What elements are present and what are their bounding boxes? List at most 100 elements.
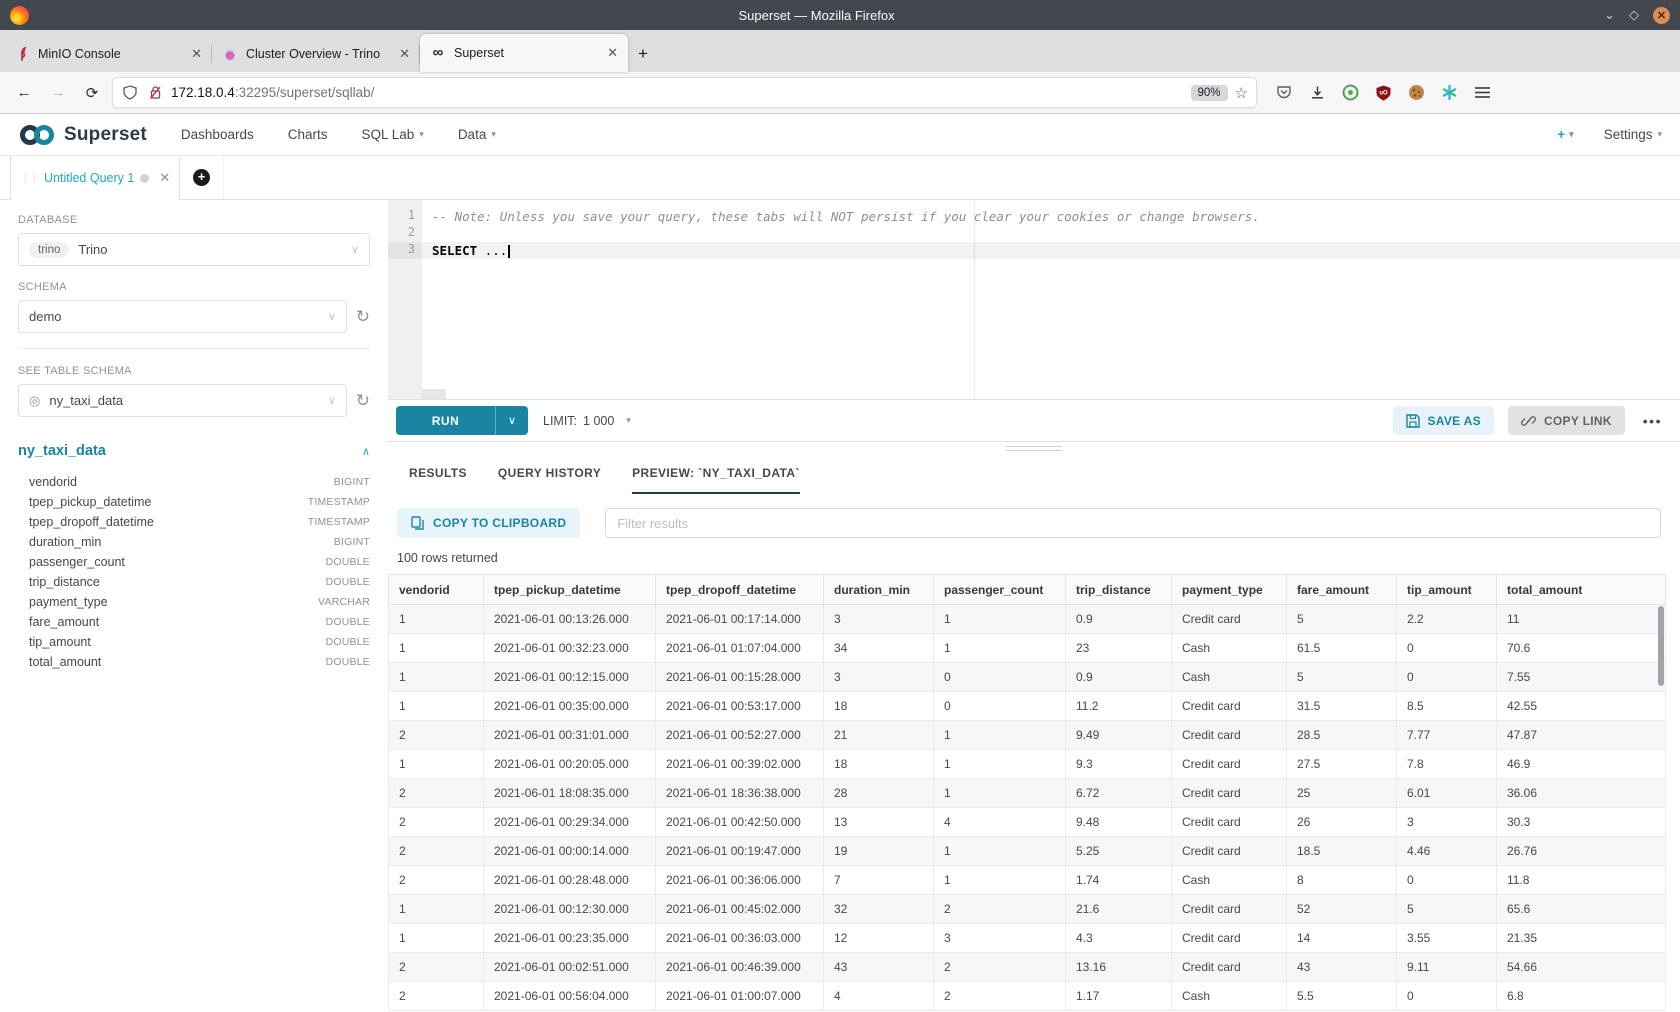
tab-results[interactable]: RESULTS [409,454,467,494]
panel-resize-handle[interactable] [388,441,1680,454]
table-cell: 2021-06-01 00:20:05.000 [484,750,656,779]
trino-icon [222,46,238,62]
nav-item-data[interactable]: Data▾ [458,127,496,142]
sql-comment: -- Note: Unless you save your query, the… [432,209,1260,224]
run-options-caret[interactable]: ∨ [495,406,528,435]
reload-button[interactable]: ⟳ [78,79,106,107]
filter-results-input[interactable] [605,508,1661,538]
new-tab-button[interactable]: + [628,36,658,72]
table-cell: Cash [1172,663,1287,692]
caret-down-icon: ▾ [491,129,496,140]
query-tab-close-icon[interactable]: ✕ [159,170,170,186]
extension-green-icon[interactable] [1341,84,1359,102]
column-header[interactable]: tpep_dropoff_datetime [656,575,824,605]
copy-link-button[interactable]: COPY LINK [1508,406,1625,435]
forward-button[interactable]: → [44,79,72,107]
pocket-icon[interactable] [1275,84,1293,102]
nav-item-sql-lab[interactable]: SQL Lab▾ [361,127,423,142]
column-header[interactable]: tip_amount [1397,575,1497,605]
column-name: total_amount [29,655,101,669]
column-type: TIMESTAMP [308,516,370,528]
table-cell: Credit card [1172,750,1287,779]
table-cell: Credit card [1172,721,1287,750]
browser-tab-trino[interactable]: Cluster Overview - Trino ✕ [212,36,420,72]
tab-preview-ny-taxi-data[interactable]: PREVIEW: `NY_TAXI_DATA` [632,454,800,494]
table-cell: 11.2 [1066,692,1172,721]
url-bar[interactable]: 172.18.0.4:32295/superset/sqllab/ 90% ☆ [112,77,1257,108]
window-minimize-icon[interactable]: ⌄ [1604,7,1615,23]
table-cell: 2021-06-01 00:36:03.000 [656,924,824,953]
superset-logo[interactable]: Superset [18,123,147,147]
refresh-schema-icon[interactable]: ↻ [356,307,370,327]
table-cell: 42.55 [1497,692,1666,721]
downloads-icon[interactable] [1308,84,1326,102]
tracking-shield-icon[interactable] [121,84,139,102]
limit-dropdown[interactable]: LIMIT: 1 000 ▾ [543,414,631,428]
table-name[interactable]: ny_taxi_data [18,443,106,459]
table-scrollbar-thumb[interactable] [1658,606,1664,686]
column-header[interactable]: total_amount [1497,575,1666,605]
table-cell: 3 [1397,808,1497,837]
tab-query-history[interactable]: QUERY HISTORY [498,454,601,494]
copy-to-clipboard-button[interactable]: COPY TO CLIPBOARD [397,508,580,538]
table-cell: Credit card [1172,808,1287,837]
table-cell: 2021-06-01 00:39:02.000 [656,750,824,779]
menu-hamburger-icon[interactable] [1473,84,1491,102]
table-cell: 3.55 [1397,924,1497,953]
drag-handle-icon[interactable]: ⋮⋮ [20,173,38,183]
sql-code-editor[interactable]: 123 -- Note: Unless you save your query,… [388,200,1680,400]
query-tab-label: Untitled Query 1 [44,171,134,185]
new-item-button[interactable]: +▾ [1557,127,1573,142]
column-header[interactable]: trip_distance [1066,575,1172,605]
table-schema-select[interactable]: ◎ ny_taxi_data ∨ [18,384,347,417]
table-cell: 61.5 [1287,634,1397,663]
nav-item-label: SQL Lab [361,127,414,142]
column-header[interactable]: tpep_pickup_datetime [484,575,656,605]
more-options-button[interactable]: ••• [1643,413,1662,429]
browser-tab-superset[interactable]: ∞ Superset ✕ [420,34,628,72]
refresh-table-icon[interactable]: ↻ [356,391,370,411]
collapse-chevron-icon[interactable]: ∧ [362,445,370,458]
table-cell: 4 [934,808,1066,837]
window-close-button[interactable]: ✕ [1653,7,1670,24]
column-header[interactable]: payment_type [1172,575,1287,605]
tab-close-icon[interactable]: ✕ [399,46,410,62]
column-header[interactable]: fare_amount [1287,575,1397,605]
nav-item-dashboards[interactable]: Dashboards [181,127,254,142]
browser-toolbar: ← → ⟳ 172.18.0.4:32295/superset/sqllab/ … [0,72,1680,114]
editor-code-area[interactable]: -- Note: Unless you save your query, the… [422,200,1680,399]
cookie-extension-icon[interactable] [1407,84,1425,102]
save-as-button[interactable]: SAVE AS [1393,406,1494,435]
ublock-icon[interactable]: uO [1374,84,1392,102]
column-header[interactable]: duration_min [824,575,934,605]
nav-item-charts[interactable]: Charts [288,127,328,142]
sparkle-extension-icon[interactable] [1440,84,1458,102]
sqllab-sidebar: DATABASE trino Trino ∨ SCHEMA demo ∨ ↻ S… [0,200,388,1012]
table-row: 12021-06-01 00:35:00.0002021-06-01 00:53… [389,692,1666,721]
table-cell: 1.74 [1066,866,1172,895]
tab-close-icon[interactable]: ✕ [607,45,618,61]
sql-keyword: SELECT [432,243,477,258]
bookmark-star-icon[interactable]: ☆ [1235,84,1248,102]
tab-close-icon[interactable]: ✕ [191,46,202,62]
database-select[interactable]: trino Trino ∨ [18,233,370,266]
window-maximize-icon[interactable]: ◇ [1629,7,1639,23]
add-query-tab-button[interactable]: + [180,156,224,199]
browser-tab-minio[interactable]: MinIO Console ✕ [4,36,212,72]
editor-gutter: 123 [388,200,422,399]
settings-menu[interactable]: Settings▾ [1604,127,1662,142]
table-cell: 2.2 [1397,605,1497,634]
table-cell: 54.66 [1497,953,1666,982]
back-button[interactable]: ← [10,79,38,107]
insecure-lock-icon[interactable] [146,84,164,102]
column-type: VARCHAR [318,596,370,608]
column-header[interactable]: vendorid [389,575,484,605]
url-text[interactable]: 172.18.0.4:32295/superset/sqllab/ [171,85,1184,100]
run-button[interactable]: RUN ∨ [396,406,528,435]
table-row: 12021-06-01 00:12:15.0002021-06-01 00:15… [389,663,1666,692]
query-tab-untitled-query-1[interactable]: ⋮⋮ Untitled Query 1 ✕ [10,156,180,200]
zoom-level-badge[interactable]: 90% [1191,85,1228,101]
column-header[interactable]: passenger_count [934,575,1066,605]
schema-select[interactable]: demo ∨ [18,300,347,333]
table-cell: 1 [934,779,1066,808]
